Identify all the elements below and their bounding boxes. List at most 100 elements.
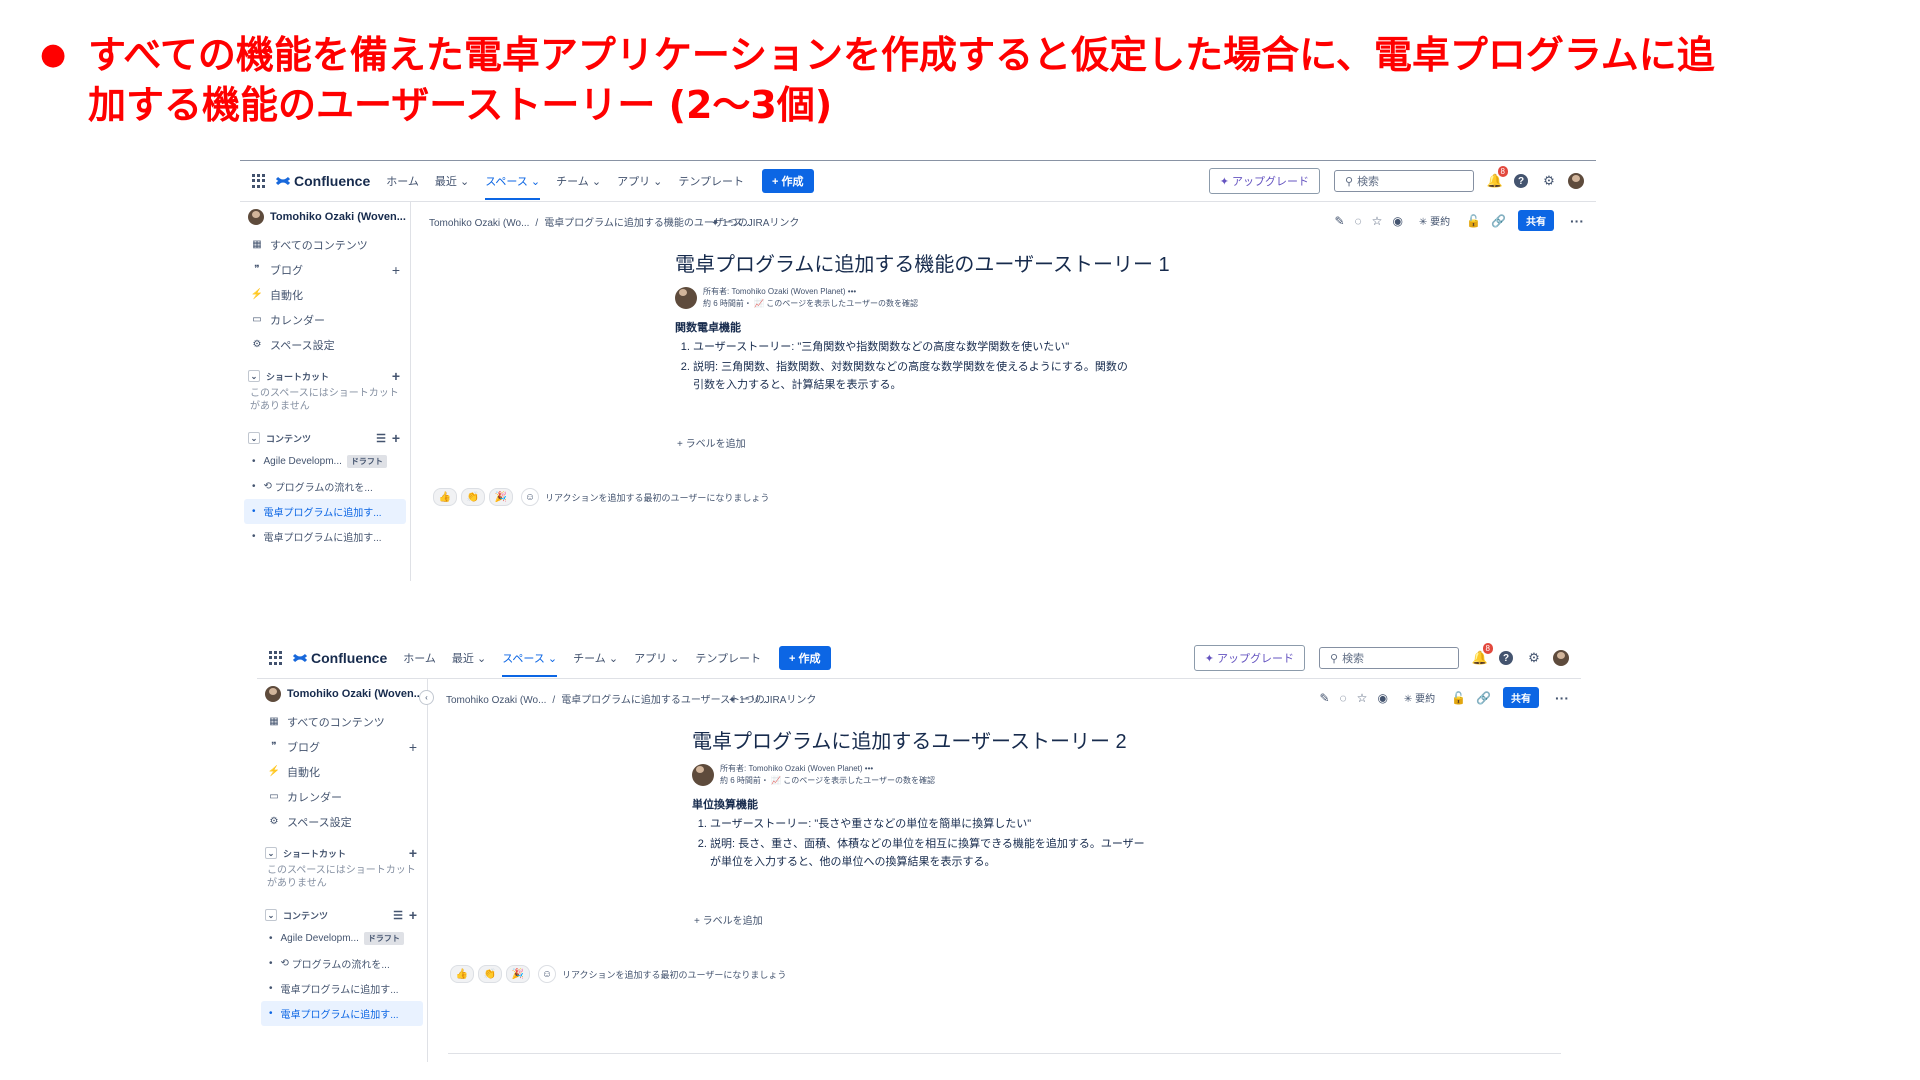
filter-icon[interactable]: ☰ — [376, 432, 386, 445]
add-reaction-icon[interactable]: ☺ — [538, 965, 556, 983]
tree-item-selected[interactable]: • 電卓プログラムに追加す... — [244, 499, 406, 524]
nav-home[interactable]: ホーム — [403, 650, 436, 666]
user-avatar[interactable] — [1568, 173, 1584, 189]
restrictions-lock-icon[interactable]: 🔓 — [1466, 214, 1481, 228]
sidebar-item-space-settings[interactable]: ⚙ スペース設定 — [240, 332, 410, 357]
tree-item[interactable]: • 電卓プログラムに追加す... — [257, 976, 427, 1001]
notifications-icon[interactable]: 🔔 8 — [1487, 166, 1508, 188]
jira-link[interactable]: ✦ 1つのJIRAリンク — [711, 214, 799, 229]
app-switcher-icon[interactable] — [269, 651, 283, 665]
tree-item[interactable]: • ⟲ プログラムの流れを... — [257, 951, 427, 976]
space-header[interactable]: Tomohiko Ozaki (Woven... — [240, 202, 410, 232]
breadcrumb-space[interactable]: Tomohiko Ozaki (Wo... — [446, 695, 546, 706]
tree-item[interactable]: • Agile Developm... ドラフト — [240, 449, 410, 474]
edit-icon[interactable]: ✎ — [1319, 691, 1329, 705]
more-actions-icon[interactable]: ··· — [1570, 213, 1584, 229]
nav-home[interactable]: ホーム — [386, 173, 419, 189]
help-icon[interactable]: ? — [1499, 651, 1513, 665]
upgrade-button[interactable]: ✦ アップグレード — [1193, 645, 1305, 671]
create-button[interactable]: + 作成 — [779, 646, 831, 670]
sidebar-item-all-content[interactable]: ▦ すべてのコンテンツ — [240, 232, 410, 257]
nav-spaces[interactable]: スペース ⌄ — [485, 173, 541, 200]
nav-templates[interactable]: テンプレート — [678, 173, 744, 189]
thumbs-up-icon[interactable]: 👍 — [450, 965, 474, 983]
sidebar-item-blog[interactable]: ❞ ブログ + — [240, 257, 410, 282]
star-icon[interactable]: ☆ — [1357, 691, 1368, 705]
add-content-icon[interactable]: + — [409, 907, 417, 923]
owner-avatar[interactable] — [692, 764, 714, 786]
notifications-icon[interactable]: 🔔 8 — [1472, 643, 1493, 665]
summarize-button[interactable]: ✳ 要約 — [1404, 690, 1435, 705]
space-header[interactable]: Tomohiko Ozaki (Woven... — [257, 679, 427, 709]
settings-gear-icon[interactable]: ⚙ — [1527, 650, 1541, 665]
nav-teams[interactable]: チーム ⌄ — [573, 650, 618, 666]
add-label-button[interactable]: + ラベルを追加 — [694, 912, 763, 927]
nav-spaces[interactable]: スペース ⌄ — [502, 650, 558, 677]
add-blog-icon[interactable]: + — [409, 739, 417, 755]
chevron-down-icon[interactable]: ⌄ — [248, 432, 260, 444]
confluence-logo[interactable]: Confluence — [276, 173, 370, 189]
content-section[interactable]: ⌄ コンテンツ ☰ + — [240, 427, 410, 449]
search-input[interactable]: ⚲ 検索 — [1334, 170, 1474, 192]
breadcrumb-space[interactable]: Tomohiko Ozaki (Wo... — [429, 218, 529, 229]
shortcuts-section[interactable]: ⌄ ショートカット + — [257, 842, 427, 864]
chevron-down-icon[interactable]: ⌄ — [265, 847, 277, 859]
sidebar-item-space-settings[interactable]: ⚙ スペース設定 — [257, 809, 427, 834]
create-button[interactable]: + 作成 — [762, 169, 814, 193]
copy-link-icon[interactable]: 🔗 — [1491, 214, 1506, 228]
chevron-down-icon[interactable]: ⌄ — [265, 909, 277, 921]
tree-item[interactable]: • 電卓プログラムに追加す... — [240, 524, 410, 549]
edit-icon[interactable]: ✎ — [1334, 214, 1344, 228]
settings-gear-icon[interactable]: ⚙ — [1542, 173, 1556, 188]
nav-teams[interactable]: チーム ⌄ — [556, 173, 601, 189]
search-input[interactable]: ⚲ 検索 — [1319, 647, 1459, 669]
confluence-logo[interactable]: Confluence — [293, 650, 387, 666]
add-reaction-icon[interactable]: ☺ — [521, 488, 539, 506]
watch-eye-icon[interactable]: ◉ — [1392, 214, 1402, 228]
upgrade-button[interactable]: ✦ アップグレード — [1208, 168, 1320, 194]
comment-icon[interactable]: ◌ — [1340, 691, 1347, 705]
user-avatar[interactable] — [1553, 650, 1569, 666]
nav-recent[interactable]: 最近 ⌄ — [435, 173, 469, 189]
sidebar-item-calendar[interactable]: ▭ カレンダー — [240, 307, 410, 332]
help-icon[interactable]: ? — [1514, 174, 1528, 188]
restrictions-lock-icon[interactable]: 🔓 — [1451, 691, 1466, 705]
party-popper-icon[interactable]: 🎉 — [506, 965, 530, 983]
summarize-button[interactable]: ✳ 要約 — [1419, 213, 1450, 228]
owner-text[interactable]: 所有者: Tomohiko Ozaki (Woven Planet) ••• — [703, 286, 918, 298]
clap-icon[interactable]: 👏 — [478, 965, 502, 983]
add-content-icon[interactable]: + — [392, 430, 400, 446]
page-meta[interactable]: 約 6 時間前・ 📈 このページを表示したユーザーの数を確認 — [720, 775, 935, 787]
sidebar-item-calendar[interactable]: ▭ カレンダー — [257, 784, 427, 809]
sidebar-item-blog[interactable]: ❞ ブログ + — [257, 734, 427, 759]
thumbs-up-icon[interactable]: 👍 — [433, 488, 457, 506]
add-blog-icon[interactable]: + — [392, 262, 400, 278]
clap-icon[interactable]: 👏 — [461, 488, 485, 506]
app-switcher-icon[interactable] — [252, 174, 266, 188]
add-label-button[interactable]: + ラベルを追加 — [677, 435, 746, 450]
tree-item[interactable]: • ⟲ プログラムの流れを... — [240, 474, 410, 499]
watch-eye-icon[interactable]: ◉ — [1377, 691, 1387, 705]
tree-item[interactable]: • Agile Developm... ドラフト — [257, 926, 427, 951]
party-popper-icon[interactable]: 🎉 — [489, 488, 513, 506]
comment-icon[interactable]: ◌ — [1355, 214, 1362, 228]
nav-apps[interactable]: アプリ ⌄ — [617, 173, 662, 189]
sidebar-item-all-content[interactable]: ▦ すべてのコンテンツ — [257, 709, 427, 734]
add-shortcut-icon[interactable]: + — [409, 845, 417, 861]
chevron-down-icon[interactable]: ⌄ — [248, 370, 260, 382]
share-button[interactable]: 共有 — [1503, 687, 1539, 708]
star-icon[interactable]: ☆ — [1372, 214, 1383, 228]
copy-link-icon[interactable]: 🔗 — [1476, 691, 1491, 705]
sidebar-item-automation[interactable]: ⚡ 自動化 — [257, 759, 427, 784]
share-button[interactable]: 共有 — [1518, 210, 1554, 231]
add-shortcut-icon[interactable]: + — [392, 368, 400, 384]
owner-text[interactable]: 所有者: Tomohiko Ozaki (Woven Planet) ••• — [720, 763, 935, 775]
more-actions-icon[interactable]: ··· — [1555, 690, 1569, 706]
tree-item-selected[interactable]: • 電卓プログラムに追加す... — [261, 1001, 423, 1026]
page-meta[interactable]: 約 6 時間前・ 📈 このページを表示したユーザーの数を確認 — [703, 298, 918, 310]
content-section[interactable]: ⌄ コンテンツ ☰ + — [257, 904, 427, 926]
nav-templates[interactable]: テンプレート — [695, 650, 761, 666]
shortcuts-section[interactable]: ⌄ ショートカット + — [240, 365, 410, 387]
nav-apps[interactable]: アプリ ⌄ — [634, 650, 679, 666]
filter-icon[interactable]: ☰ — [393, 909, 403, 922]
